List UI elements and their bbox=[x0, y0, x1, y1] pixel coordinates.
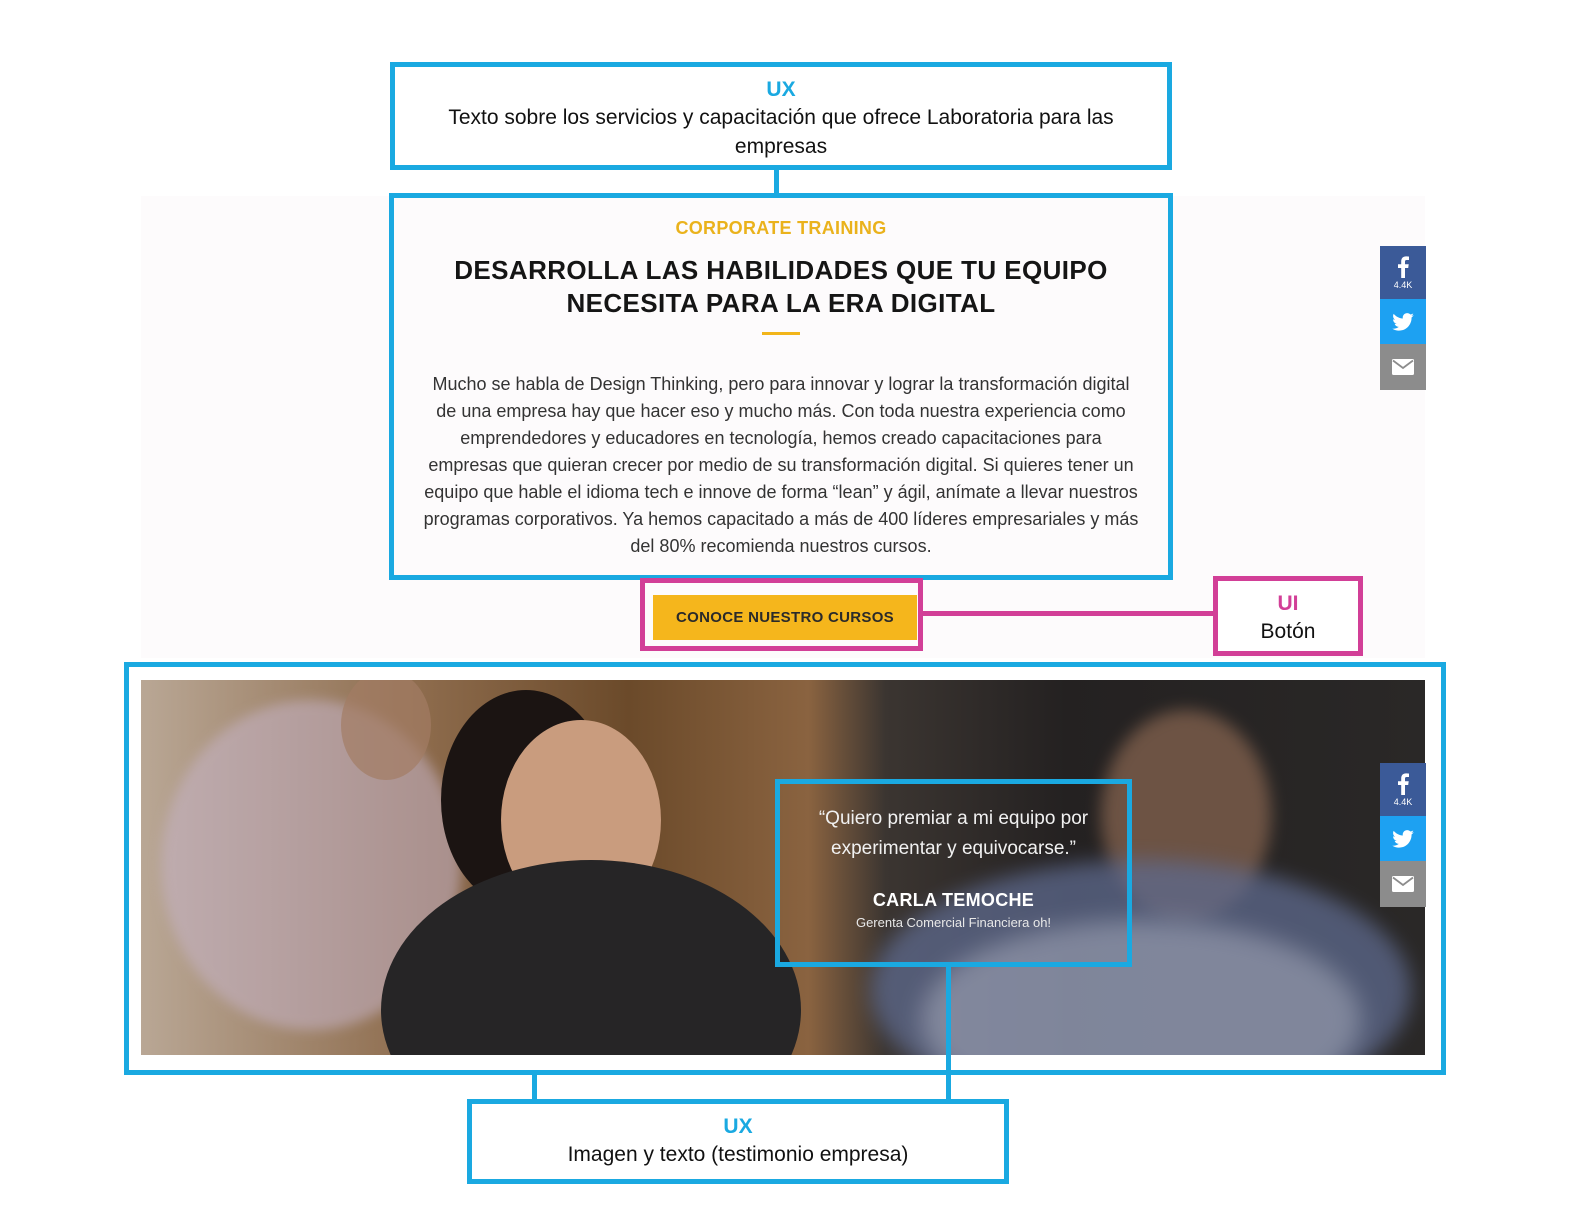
facebook-share-button[interactable]: 4.4K bbox=[1380, 763, 1426, 816]
mail-icon bbox=[1392, 876, 1414, 892]
facebook-icon bbox=[1398, 772, 1409, 795]
twitter-share-button[interactable] bbox=[1380, 299, 1426, 344]
headline-line-1: DESARROLLA LAS HABILIDADES QUE TU EQUIPO bbox=[454, 255, 1108, 285]
annotation-ui-button-frame: CONOCE NUESTRO CURSOS bbox=[640, 578, 923, 651]
annotation-connector bbox=[921, 611, 1217, 616]
corporate-training-section: CORPORATE TRAINING DESARROLLA LAS HABILI… bbox=[389, 193, 1173, 580]
annotation-text: Texto sobre los servicios y capacitación… bbox=[448, 106, 1114, 158]
courses-cta-button[interactable]: CONOCE NUESTRO CURSOS bbox=[653, 595, 917, 640]
testimonial-role: Gerenta Comercial Financiera oh! bbox=[855, 915, 1052, 930]
annotation-ui-button: UI Botón bbox=[1213, 576, 1363, 656]
facebook-share-count: 4.4K bbox=[1393, 279, 1413, 290]
mail-icon bbox=[1392, 359, 1414, 375]
email-share-button[interactable] bbox=[1380, 861, 1426, 907]
annotation-connector bbox=[946, 965, 951, 1103]
headline-divider bbox=[762, 332, 800, 335]
twitter-icon bbox=[1392, 829, 1414, 848]
annotation-tag: UX bbox=[723, 1115, 753, 1138]
headline-line-2: NECESITA PARA LA ERA DIGITAL bbox=[566, 288, 996, 318]
annotation-ux-top: UX Texto sobre los servicios y capacitac… bbox=[390, 62, 1172, 170]
annotation-tag: UX bbox=[766, 78, 796, 101]
section-body-text: Mucho se habla de Design Thinking, pero … bbox=[423, 374, 1139, 556]
section-headline: DESARROLLA LAS HABILIDADES QUE TU EQUIPO… bbox=[418, 254, 1144, 320]
facebook-icon bbox=[1398, 255, 1409, 278]
annotation-ux-bottom: UX Imagen y texto (testimonio empresa) bbox=[467, 1099, 1009, 1184]
twitter-share-button[interactable] bbox=[1380, 816, 1426, 861]
facebook-share-button[interactable]: 4.4K bbox=[1380, 246, 1426, 299]
email-share-button[interactable] bbox=[1380, 344, 1426, 390]
testimonial-quote-box: “Quiero premiar a mi equipo por experime… bbox=[775, 779, 1132, 967]
annotation-connector bbox=[774, 168, 779, 196]
social-share-bar: 4.4K bbox=[1380, 763, 1426, 907]
section-eyebrow: CORPORATE TRAINING bbox=[675, 218, 887, 238]
social-share-bar: 4.4K bbox=[1380, 246, 1426, 390]
facebook-share-count: 4.4K bbox=[1393, 796, 1413, 807]
twitter-icon bbox=[1392, 312, 1414, 331]
annotation-text: Botón bbox=[1260, 620, 1316, 643]
testimonial-quote: “Quiero premiar a mi equipo por experime… bbox=[818, 808, 1089, 859]
testimonial-name: CARLA TEMOCHE bbox=[872, 890, 1035, 910]
annotation-text: Imagen y texto (testimonio empresa) bbox=[567, 1143, 909, 1166]
annotation-tag: UI bbox=[1277, 592, 1299, 615]
